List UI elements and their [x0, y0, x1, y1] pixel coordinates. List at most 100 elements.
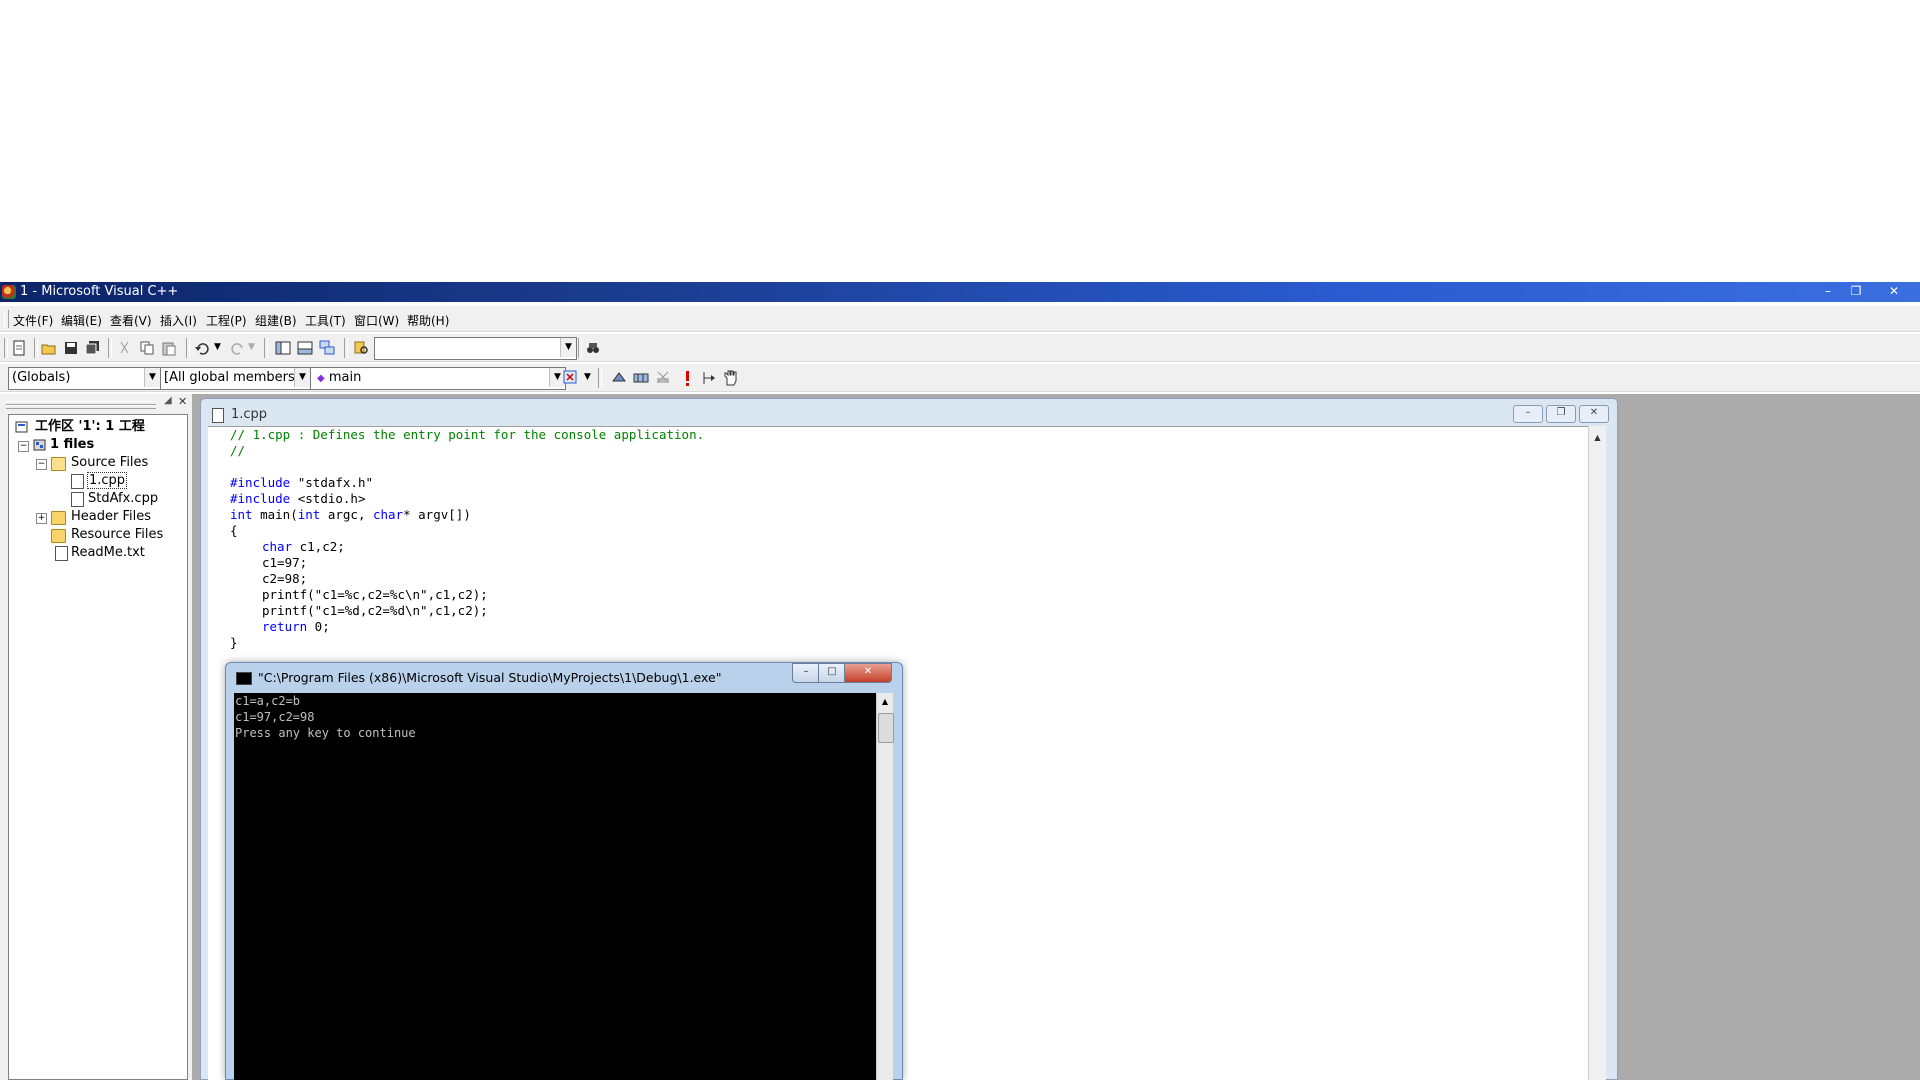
wizard-action-icon[interactable]	[562, 369, 580, 387]
menu-help[interactable]: 帮助(H)	[407, 312, 449, 329]
menu-grip[interactable]	[4, 310, 9, 328]
workspace-window-icon[interactable]	[274, 339, 292, 357]
pane-pin-icon[interactable]: ◢	[164, 395, 172, 406]
menu-edit[interactable]: 编辑(E)	[61, 312, 102, 329]
code-line: return 0;	[262, 619, 330, 634]
function-icon: ◆	[317, 373, 325, 384]
workspace-icon	[15, 421, 28, 433]
tree-folder-label: Resource Files	[71, 527, 164, 542]
toolbar-grip[interactable]	[4, 338, 8, 358]
console-scroll-thumb[interactable]	[878, 713, 894, 743]
console-output[interactable]	[234, 693, 876, 1080]
tree-folder-source-files[interactable]: Source Files	[51, 455, 148, 471]
close-button[interactable]: ✕	[1880, 283, 1908, 300]
code-line: c1=97;	[262, 555, 308, 570]
menu-project[interactable]: 工程(P)	[206, 312, 247, 329]
copy-icon[interactable]	[138, 339, 156, 357]
undo-icon[interactable]	[194, 339, 212, 357]
folder-icon	[51, 529, 66, 543]
file-tree: 工作区 '1': 1 工程 − 1 files − Source Files 1…	[8, 414, 188, 1080]
stop-build-icon[interactable]	[654, 369, 672, 387]
menu-build[interactable]: 组建(B)	[255, 312, 297, 329]
wizard-action-dropdown-icon[interactable]: ▼	[584, 372, 591, 382]
window-list-icon[interactable]	[318, 339, 336, 357]
code-line: char c1,c2;	[262, 539, 345, 554]
scope-combo[interactable]: (Globals) ▼	[8, 367, 161, 390]
tree-file-label: StdAfx.cpp	[88, 491, 159, 506]
find-combo-dropdown-icon[interactable]: ▼	[560, 338, 576, 357]
menu-view[interactable]: 查看(V)	[110, 312, 152, 329]
members-combo[interactable]: [All global members ▼	[160, 367, 311, 390]
app-icon	[2, 285, 16, 299]
scope-combo-dropdown-icon[interactable]: ▼	[144, 368, 160, 387]
save-icon[interactable]	[62, 339, 80, 357]
redo-dropdown-icon[interactable]: ▼	[248, 342, 255, 352]
cut-icon[interactable]	[116, 339, 134, 357]
toolbar-separator	[598, 368, 602, 388]
compile-icon[interactable]	[610, 369, 628, 387]
members-combo-dropdown-icon[interactable]: ▼	[294, 368, 310, 387]
tree-folder-label: Header Files	[71, 509, 151, 524]
scope-combo-value: (Globals)	[12, 370, 71, 385]
code-line: //	[230, 443, 246, 458]
editor-vertical-scrollbar[interactable]: ▲	[1588, 426, 1606, 1080]
tree-file-readme[interactable]: ReadMe.txt	[55, 545, 145, 561]
toolbar-separator	[34, 338, 38, 358]
find-combo[interactable]: ▼	[374, 337, 577, 360]
menu-tools[interactable]: 工具(T)	[305, 312, 346, 329]
redo-icon[interactable]	[228, 339, 246, 357]
collapse-project-icon[interactable]: −	[18, 441, 29, 452]
members-combo-value: [All global members	[164, 370, 295, 385]
expand-header-folder-icon[interactable]: +	[36, 513, 47, 524]
app-title-bar[interactable]: 1 - Microsoft Visual C++ – ❐ ✕	[0, 282, 1920, 302]
tree-folder-header-files[interactable]: Header Files	[51, 509, 151, 525]
tree-file-1cpp[interactable]: 1.cpp	[71, 472, 128, 489]
function-combo[interactable]: ◆ main ▼	[310, 367, 566, 390]
menu-bar: 文件(F) 编辑(E) 查看(V) 插入(I) 工程(P) 组建(B) 工具(T…	[0, 306, 1920, 332]
code-line: {	[230, 523, 238, 538]
go-debug-icon[interactable]	[700, 369, 718, 387]
new-file-icon[interactable]	[10, 339, 28, 357]
folder-icon	[51, 511, 66, 525]
restore-button[interactable]: ❐	[1842, 283, 1870, 300]
collapse-source-folder-icon[interactable]: −	[36, 459, 47, 470]
output-window-icon[interactable]	[296, 339, 314, 357]
save-all-icon[interactable]	[84, 339, 102, 357]
console-line: c1=97,c2=98	[235, 710, 315, 724]
editor-close-button[interactable]: ✕	[1579, 405, 1609, 423]
tree-workspace-root[interactable]: 工作区 '1': 1 工程	[15, 419, 145, 435]
breakpoint-hand-icon[interactable]	[722, 369, 740, 387]
cpp-file-icon	[71, 492, 84, 507]
editor-restore-button[interactable]: ❐	[1546, 405, 1576, 423]
console-close-button[interactable]: ✕	[844, 663, 892, 683]
execute-icon[interactable]	[678, 369, 696, 387]
console-minimize-button[interactable]: –	[792, 663, 820, 683]
code-line: c2=98;	[262, 571, 308, 586]
undo-dropdown-icon[interactable]: ▼	[214, 342, 221, 352]
menu-window[interactable]: 窗口(W)	[354, 312, 399, 329]
find-icon[interactable]	[584, 339, 602, 357]
pane-close-icon[interactable]: ✕	[178, 395, 187, 408]
build-icon[interactable]	[632, 369, 650, 387]
tree-workspace-label: 工作区 '1': 1 工程	[35, 419, 145, 434]
minimize-button[interactable]: –	[1814, 283, 1842, 300]
paste-icon[interactable]	[160, 339, 178, 357]
tree-folder-resource-files[interactable]: Resource Files	[51, 527, 163, 543]
editor-minimize-button[interactable]: –	[1513, 405, 1543, 423]
standard-toolbar: ▼ ▼ ▼	[0, 334, 1920, 362]
tree-folder-label: Source Files	[71, 455, 149, 470]
tree-file-stdafx[interactable]: StdAfx.cpp	[71, 491, 158, 507]
app-title: 1 - Microsoft Visual C++	[20, 284, 179, 299]
open-folder-icon[interactable]	[40, 339, 58, 357]
open-folder-icon	[51, 457, 66, 471]
console-scroll-up-icon[interactable]: ▲	[878, 695, 892, 709]
find-in-files-icon[interactable]	[352, 339, 370, 357]
console-title: "C:\Program Files (x86)\Microsoft Visual…	[258, 670, 722, 685]
scroll-up-arrow-icon[interactable]: ▲	[1590, 430, 1605, 445]
console-vertical-scrollbar[interactable]: ▲	[876, 693, 894, 1080]
tree-project[interactable]: 1 files	[33, 437, 94, 453]
menu-insert[interactable]: 插入(I)	[160, 312, 197, 329]
menu-file[interactable]: 文件(F)	[13, 312, 53, 329]
console-maximize-button[interactable]: □	[818, 663, 846, 683]
toolbar-separator	[108, 338, 112, 358]
